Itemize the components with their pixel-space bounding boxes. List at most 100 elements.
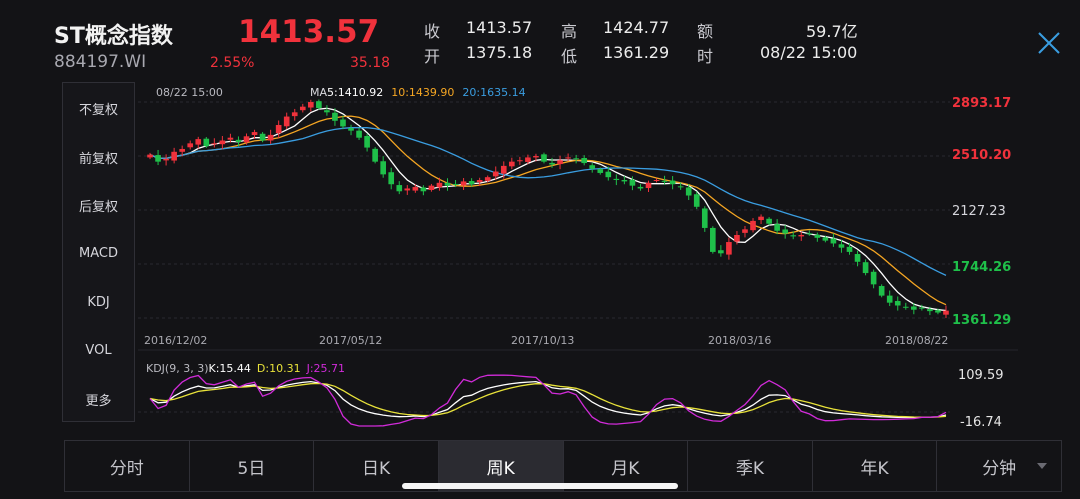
candle-up bbox=[211, 143, 218, 145]
candle-down bbox=[155, 155, 161, 162]
candle-down bbox=[573, 158, 579, 160]
candle-up bbox=[758, 216, 764, 221]
candle-down bbox=[259, 133, 266, 141]
kdj-legend-d: D:10.31 bbox=[257, 362, 301, 375]
candle-down bbox=[340, 119, 346, 127]
chevron-down-icon[interactable] bbox=[1037, 463, 1047, 469]
price-tick-1: 2893.17 bbox=[952, 96, 1011, 111]
candle-down bbox=[348, 128, 354, 131]
ma-legend-prefix: MA bbox=[310, 86, 327, 99]
tab-5day[interactable]: 5日 bbox=[190, 441, 315, 491]
price-tick-5: 1361.29 bbox=[952, 313, 1011, 328]
kdj-tick-low: -16.74 bbox=[960, 415, 1002, 430]
candle-up bbox=[525, 157, 531, 162]
candle-down bbox=[710, 227, 716, 252]
candle-up bbox=[147, 154, 153, 158]
date-label-3: 2017/10/13 bbox=[511, 334, 574, 347]
candle-up bbox=[476, 179, 483, 183]
candle-up bbox=[943, 310, 949, 315]
candle-up bbox=[484, 177, 491, 181]
sidebar-item-more[interactable]: 更多 bbox=[63, 390, 134, 409]
price-tick-2: 2510.20 bbox=[952, 148, 1011, 163]
candle-down bbox=[782, 229, 788, 234]
candle-down bbox=[549, 162, 555, 165]
candle-down bbox=[911, 306, 917, 310]
quote-label-close: 收 bbox=[424, 22, 441, 41]
candle-up bbox=[492, 171, 499, 177]
ma5-legend: 5:1410.92 bbox=[327, 86, 383, 99]
candle-down bbox=[919, 307, 925, 309]
candle-down bbox=[380, 161, 386, 175]
tab-yearly[interactable]: 年K bbox=[813, 441, 938, 491]
candle-up bbox=[283, 116, 290, 127]
indicator-sidebar: 不复权 前复权 后复权 MACD KDJ VOL 更多 bbox=[62, 82, 135, 422]
candle-down bbox=[878, 286, 885, 296]
candle-up bbox=[219, 140, 226, 145]
candle-up bbox=[187, 143, 194, 148]
tab-intraday[interactable]: 分时 bbox=[65, 441, 190, 491]
candle-down bbox=[766, 218, 772, 224]
kline-chart[interactable]: 08/22 15:00 MA5:1410.92 10:1439.90 20:1635… bbox=[138, 82, 1018, 432]
candle-down bbox=[718, 250, 724, 254]
candle-down bbox=[613, 178, 620, 180]
quote-label-amount: 额 bbox=[697, 22, 714, 41]
candle-down bbox=[332, 112, 338, 121]
candle-up bbox=[195, 139, 202, 145]
sidebar-item-forward-adjust[interactable]: 前复权 bbox=[63, 148, 134, 167]
quote-label-time: 时 bbox=[697, 47, 714, 66]
price-tick-4: 1744.26 bbox=[952, 260, 1011, 275]
candle-down bbox=[822, 237, 829, 241]
tab-minute[interactable]: 分钟 bbox=[937, 441, 1061, 491]
candle-up bbox=[557, 160, 563, 165]
candle-down bbox=[364, 136, 370, 148]
candle-up bbox=[726, 242, 732, 255]
candle-down bbox=[693, 194, 700, 207]
candle-down bbox=[774, 224, 780, 231]
candle-up bbox=[742, 229, 748, 233]
candle-down bbox=[356, 130, 362, 138]
date-label-1: 2016/12/02 bbox=[144, 334, 207, 347]
candle-up bbox=[500, 165, 507, 174]
candle-up bbox=[291, 112, 298, 117]
price-tick-3: 2127.23 bbox=[952, 204, 1006, 219]
close-icon[interactable] bbox=[1036, 30, 1062, 56]
sidebar-item-backward-adjust[interactable]: 后复权 bbox=[63, 196, 134, 215]
candle-down bbox=[541, 154, 547, 162]
home-indicator[interactable] bbox=[402, 483, 678, 489]
sidebar-item-macd[interactable]: MACD bbox=[63, 246, 134, 261]
candle-up bbox=[412, 187, 419, 191]
change-amount: 35.18 bbox=[350, 55, 391, 71]
candle-up bbox=[251, 132, 258, 136]
candle-down bbox=[581, 158, 587, 164]
candle-down bbox=[806, 233, 813, 235]
candle-down bbox=[669, 180, 676, 185]
candle-up bbox=[243, 136, 250, 143]
chart-time-label: 08/22 15:00 bbox=[156, 86, 223, 99]
candle-down bbox=[846, 246, 853, 252]
candle-down bbox=[597, 169, 604, 173]
quote-value-time: 08/22 15:00 bbox=[760, 43, 858, 62]
candle-down bbox=[388, 172, 395, 185]
current-price: 1413.57 bbox=[238, 14, 380, 50]
quote-value-open: 1375.18 bbox=[466, 43, 533, 62]
candle-up bbox=[267, 134, 274, 141]
candle-down bbox=[316, 101, 322, 109]
candle-up bbox=[171, 151, 177, 161]
candle-up bbox=[798, 234, 805, 237]
candle-down bbox=[814, 234, 821, 238]
sidebar-item-kdj[interactable]: KDJ bbox=[63, 295, 134, 310]
candle-down bbox=[444, 182, 451, 186]
quote-label-high: 高 bbox=[561, 22, 578, 41]
candle-up bbox=[299, 106, 306, 111]
candle-down bbox=[935, 310, 941, 313]
sidebar-item-no-adjust[interactable]: 不复权 bbox=[63, 99, 134, 118]
tab-quarterly[interactable]: 季K bbox=[688, 441, 813, 491]
candle-up bbox=[275, 125, 282, 134]
stock-code: 884197.WI bbox=[54, 52, 147, 72]
kdj-legend-j: J:25.71 bbox=[306, 362, 345, 375]
candle-down bbox=[605, 171, 612, 178]
candle-up bbox=[533, 156, 539, 158]
quote-value-high: 1424.77 bbox=[603, 18, 670, 37]
sidebar-item-vol[interactable]: VOL bbox=[63, 343, 134, 358]
tab-label: 5日 bbox=[237, 458, 266, 479]
